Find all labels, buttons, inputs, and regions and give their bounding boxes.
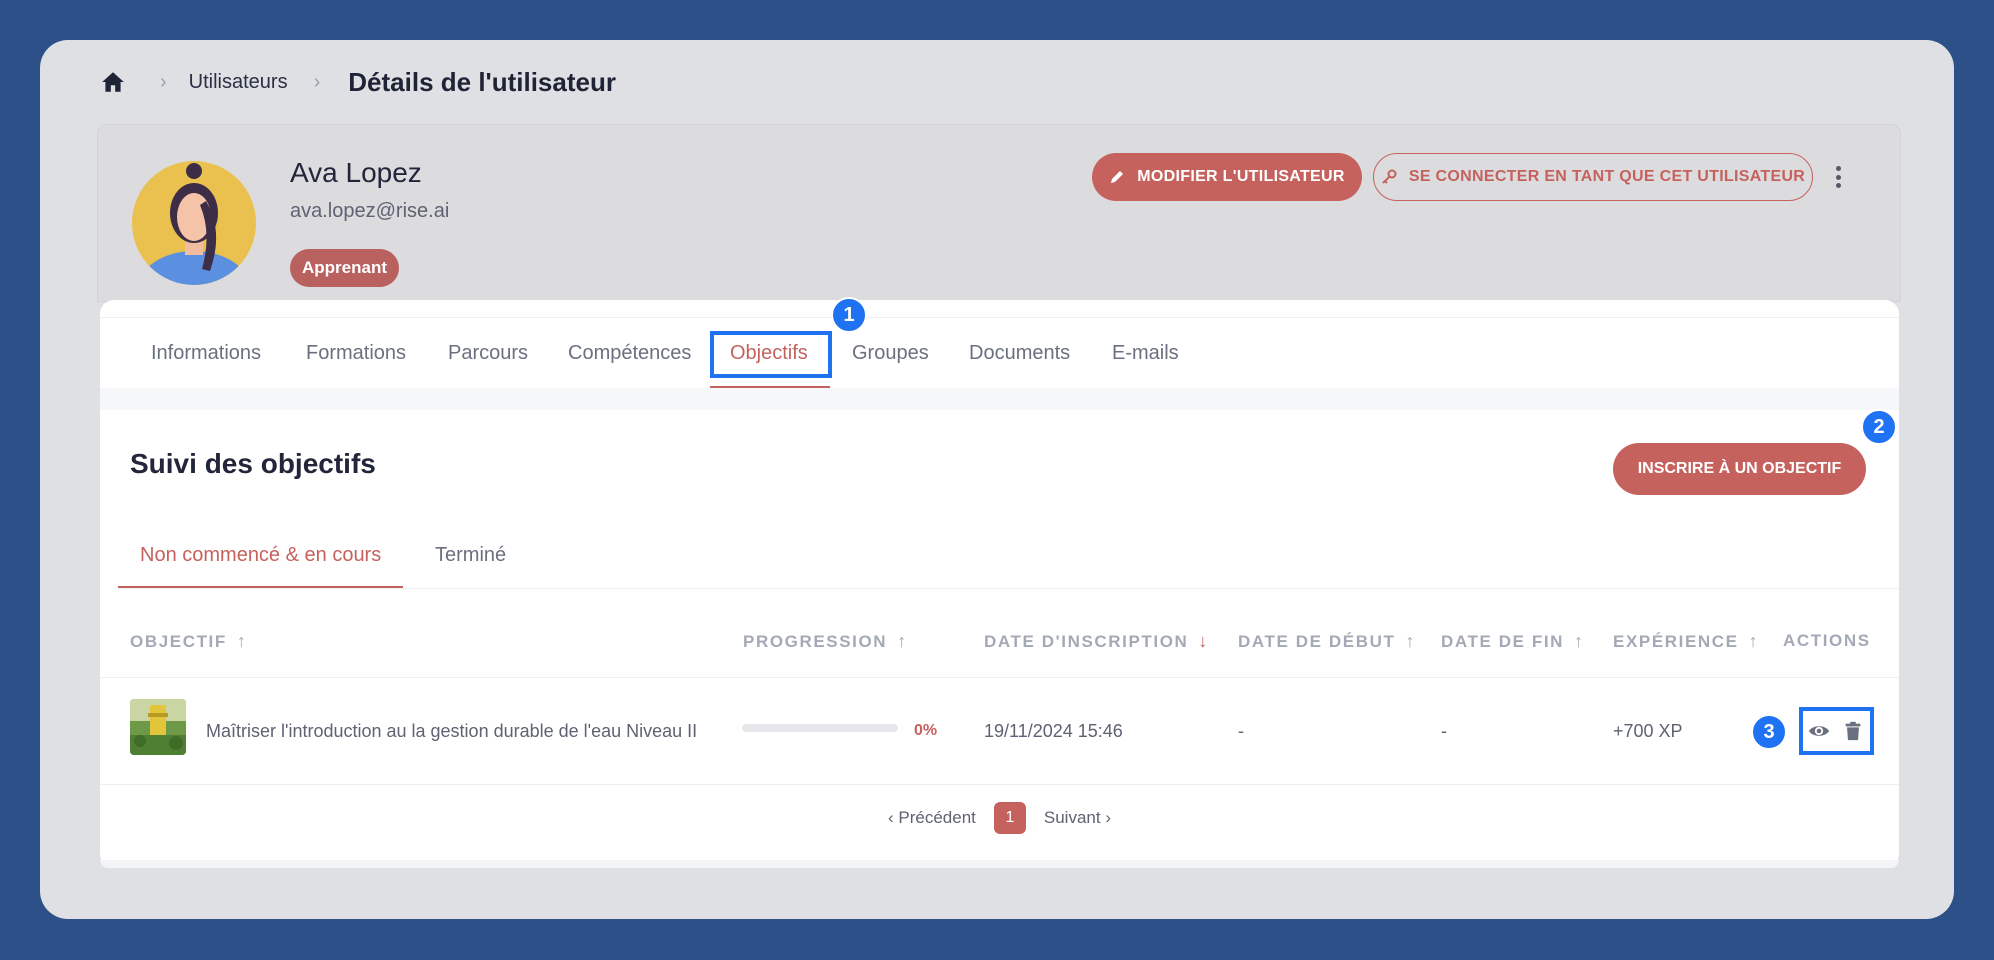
- column-header-start-date[interactable]: DATE DE DÉBUT ↑: [1238, 631, 1414, 652]
- page-number-button[interactable]: 1: [993, 802, 1026, 834]
- previous-page-button[interactable]: ‹ Précédent: [888, 808, 976, 828]
- column-header-objective[interactable]: OBJECTIF ↑: [130, 631, 246, 652]
- sort-arrow-up-icon: ↑: [1748, 631, 1758, 651]
- column-header-progress[interactable]: PROGRESSION ↑: [743, 631, 906, 652]
- enroll-objective-button[interactable]: INSCRIRE À UN OBJECTIF: [1613, 443, 1866, 495]
- role-badge: Apprenant: [290, 249, 399, 287]
- page-title: Détails de l'utilisateur: [348, 66, 616, 97]
- sort-arrow-up-icon: ↑: [897, 631, 907, 651]
- key-icon: [1382, 169, 1397, 184]
- sort-arrow-up-icon: ↑: [236, 631, 246, 651]
- highlight-box-actions: [1799, 707, 1874, 755]
- section-title: Suivi des objectifs: [130, 448, 376, 479]
- pencil-icon: [1111, 171, 1124, 183]
- table-row: Maîtriser l'introduction au la gestion d…: [100, 678, 1899, 784]
- highlight-box-objectifs: [710, 331, 832, 378]
- experience-points: +700 XP: [1613, 720, 1683, 741]
- subtab-completed[interactable]: Terminé: [435, 522, 506, 588]
- user-email: ava.lopez@rise.ai: [290, 200, 450, 222]
- start-date: -: [1238, 720, 1244, 741]
- subtab-in-progress[interactable]: Non commencé & en cours: [140, 522, 381, 588]
- status-subtabs: Non commencé & en cours Terminé: [118, 522, 1899, 589]
- objective-title[interactable]: Maîtriser l'introduction au la gestion d…: [206, 678, 697, 784]
- tab-formations[interactable]: Formations: [306, 318, 406, 388]
- edit-user-label: MODIFIER L'UTILISATEUR: [1137, 168, 1345, 185]
- breadcrumb: › Utilisateurs › Détails de l'utilisateu…: [100, 62, 616, 102]
- divider: [100, 784, 1899, 785]
- edit-user-button[interactable]: MODIFIER L'UTILISATEUR: [1092, 153, 1362, 201]
- avatar: [132, 161, 256, 285]
- column-header-actions: ACTIONS: [1783, 631, 1871, 650]
- objective-thumbnail: [130, 699, 186, 755]
- tab-parcours[interactable]: Parcours: [448, 318, 528, 388]
- active-subtab-underline: [118, 586, 403, 588]
- chevron-left-icon: ‹: [888, 808, 899, 827]
- login-as-user-label: SE CONNECTER EN TANT QUE CET UTILISATEUR: [1408, 168, 1806, 185]
- app-window: › Utilisateurs › Détails de l'utilisateu…: [40, 40, 1954, 919]
- chevron-right-icon: ›: [1100, 808, 1111, 827]
- tab-emails[interactable]: E-mails: [1112, 318, 1179, 388]
- progress-percent: 0%: [914, 722, 938, 739]
- next-page-button[interactable]: Suivant ›: [1044, 808, 1111, 828]
- more-vertical-icon[interactable]: [1831, 163, 1845, 191]
- main-panel: Informations Formations Parcours Compéte…: [100, 297, 1899, 868]
- divider: [100, 388, 1899, 410]
- step-marker-2: 2: [1861, 409, 1897, 445]
- tab-competences[interactable]: Compétences: [568, 318, 691, 388]
- sort-arrow-down-icon: ↓: [1198, 631, 1208, 651]
- user-name: Ava Lopez: [290, 157, 422, 188]
- tab-documents[interactable]: Documents: [969, 318, 1070, 388]
- pagination: ‹ Précédent 1 Suivant ›: [100, 798, 1899, 838]
- column-header-end-date[interactable]: DATE DE FIN ↑: [1441, 631, 1583, 652]
- progress-bar: [742, 724, 898, 732]
- enrolled-date: 19/11/2024 15:46: [984, 720, 1123, 741]
- panel-footer: [100, 860, 1899, 868]
- step-marker-3: 3: [1751, 714, 1787, 750]
- user-profile-card: Ava Lopez ava.lopez@rise.ai Apprenant MO…: [97, 124, 1901, 302]
- breadcrumb-users-link[interactable]: Utilisateurs: [189, 71, 288, 94]
- end-date: -: [1441, 720, 1447, 741]
- login-as-user-button[interactable]: SE CONNECTER EN TANT QUE CET UTILISATEUR: [1373, 153, 1813, 201]
- chevron-right-icon: ›: [313, 70, 321, 93]
- step-marker-1: 1: [831, 297, 867, 333]
- tab-groupes[interactable]: Groupes: [852, 318, 929, 388]
- sort-arrow-up-icon: ↑: [1574, 631, 1584, 651]
- column-header-experience[interactable]: EXPÉRIENCE ↑: [1613, 631, 1758, 652]
- sort-arrow-up-icon: ↑: [1405, 631, 1415, 651]
- column-header-enrolled-date[interactable]: DATE D'INSCRIPTION ↓: [984, 631, 1207, 652]
- tab-bar: Informations Formations Parcours Compéte…: [100, 317, 1899, 389]
- tab-informations[interactable]: Informations: [151, 318, 261, 388]
- home-icon[interactable]: [100, 69, 126, 95]
- chevron-right-icon: ›: [160, 70, 167, 93]
